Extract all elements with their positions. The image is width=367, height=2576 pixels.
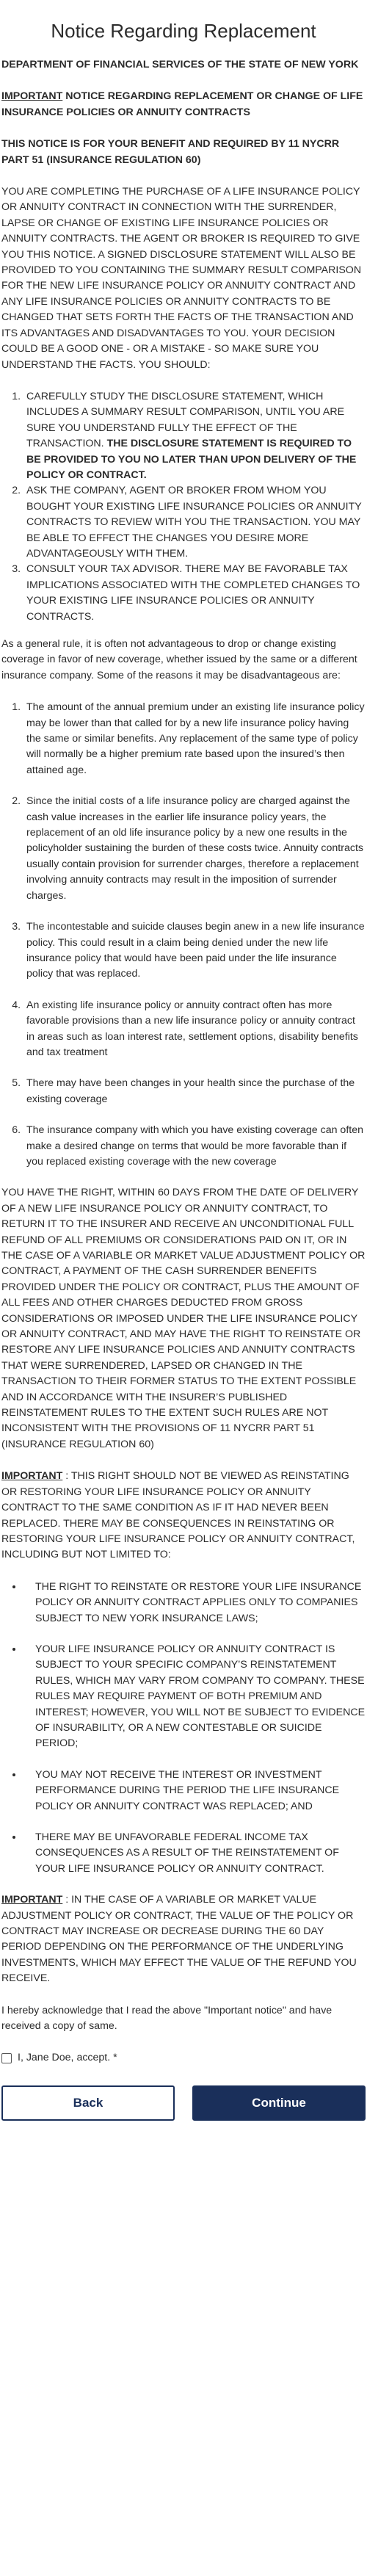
important-right-paragraph: IMPORTANT : THIS RIGHT SHOULD NOT BE VIE… bbox=[1, 1469, 366, 1563]
acknowledgement-text: I hereby acknowledge that I read the abo… bbox=[1, 2004, 333, 2033]
right-paragraph: YOU HAVE THE RIGHT, WITHIN 60 DAYS FROM … bbox=[1, 1187, 366, 1450]
important-label: IMPORTANT bbox=[1, 90, 63, 103]
button-bar: Back Continue bbox=[0, 2085, 367, 2121]
consequence-item: THE RIGHT TO REINSTATE OR RESTORE YOUR L… bbox=[23, 1580, 366, 1627]
step-item: CONSULT YOUR TAX ADVISOR. THERE MAY BE F… bbox=[23, 562, 366, 625]
page-title: Notice Regarding Replacement bbox=[51, 20, 316, 42]
disadvantage-item: The incontestable and suicide clauses be… bbox=[23, 919, 366, 983]
step-2-text: ASK THE COMPANY, AGENT OR BROKER FROM WH… bbox=[26, 485, 362, 560]
required-notice: THIS NOTICE IS FOR YOUR BENEFIT AND REQU… bbox=[1, 137, 366, 168]
step-item: ASK THE COMPANY, AGENT OR BROKER FROM WH… bbox=[23, 483, 366, 562]
department-heading: DEPARTMENT OF FINANCIAL SERVICES OF THE … bbox=[1, 57, 366, 73]
important-variable-paragraph: IMPORTANT : IN THE CASE OF A VARIABLE OR… bbox=[1, 1892, 366, 1986]
important-label: IMPORTANT bbox=[1, 1470, 63, 1483]
intro-paragraph: YOU ARE COMPLETING THE PURCHASE OF A LIF… bbox=[1, 186, 362, 371]
steps-list: CAREFULLY STUDY THE DISCLOSURE STATEMENT… bbox=[1, 389, 366, 625]
step-item: CAREFULLY STUDY THE DISCLOSURE STATEMENT… bbox=[23, 389, 366, 483]
notice-page: Notice Regarding Replacement DEPARTMENT … bbox=[0, 0, 367, 2576]
disadvantage-item: There may have been changes in your heal… bbox=[23, 1076, 366, 1107]
consequences-list: THE RIGHT TO REINSTATE OR RESTORE YOUR L… bbox=[1, 1580, 366, 1878]
consequence-item: YOUR LIFE INSURANCE POLICY OR ANNUITY CO… bbox=[23, 1642, 366, 1752]
important-right-text: : THIS RIGHT SHOULD NOT BE VIEWED AS REI… bbox=[1, 1470, 355, 1561]
disadvantage-item: The insurance company with which you hav… bbox=[23, 1123, 366, 1170]
continue-button[interactable]: Continue bbox=[192, 2085, 366, 2121]
department-text: DEPARTMENT OF FINANCIAL SERVICES OF THE … bbox=[1, 59, 359, 70]
notice-content: DEPARTMENT OF FINANCIAL SERVICES OF THE … bbox=[0, 57, 367, 2066]
disadvantage-item: Since the initial costs of a life insura… bbox=[23, 794, 366, 904]
accept-row: I, Jane Doe, accept. * bbox=[1, 2050, 366, 2066]
accept-label: I, Jane Doe, accept. * bbox=[18, 2052, 117, 2064]
consequence-item: YOU MAY NOT RECEIVE THE INTEREST OR INVE… bbox=[23, 1768, 366, 1815]
consequence-item: THERE MAY BE UNFAVORABLE FEDERAL INCOME … bbox=[23, 1830, 366, 1877]
disadvantage-item: The amount of the annual premium under a… bbox=[23, 700, 366, 778]
important-heading: IMPORTANT NOTICE REGARDING REPLACEMENT O… bbox=[1, 89, 366, 120]
general-rule: As a general rule, it is often not advan… bbox=[1, 638, 357, 681]
accept-checkbox[interactable] bbox=[1, 2053, 12, 2064]
disadvantage-item: An existing life insurance policy or ann… bbox=[23, 998, 366, 1061]
disadvantages-list: The amount of the annual premium under a… bbox=[1, 700, 366, 1170]
required-notice-text: THIS NOTICE IS FOR YOUR BENEFIT AND REQU… bbox=[1, 138, 340, 166]
important-variable-text: : IN THE CASE OF A VARIABLE OR MARKET VA… bbox=[1, 1894, 357, 1985]
back-button[interactable]: Back bbox=[1, 2085, 175, 2121]
step-3-text: CONSULT YOUR TAX ADVISOR. THERE MAY BE F… bbox=[26, 563, 360, 623]
important-label: IMPORTANT bbox=[1, 1894, 63, 1906]
